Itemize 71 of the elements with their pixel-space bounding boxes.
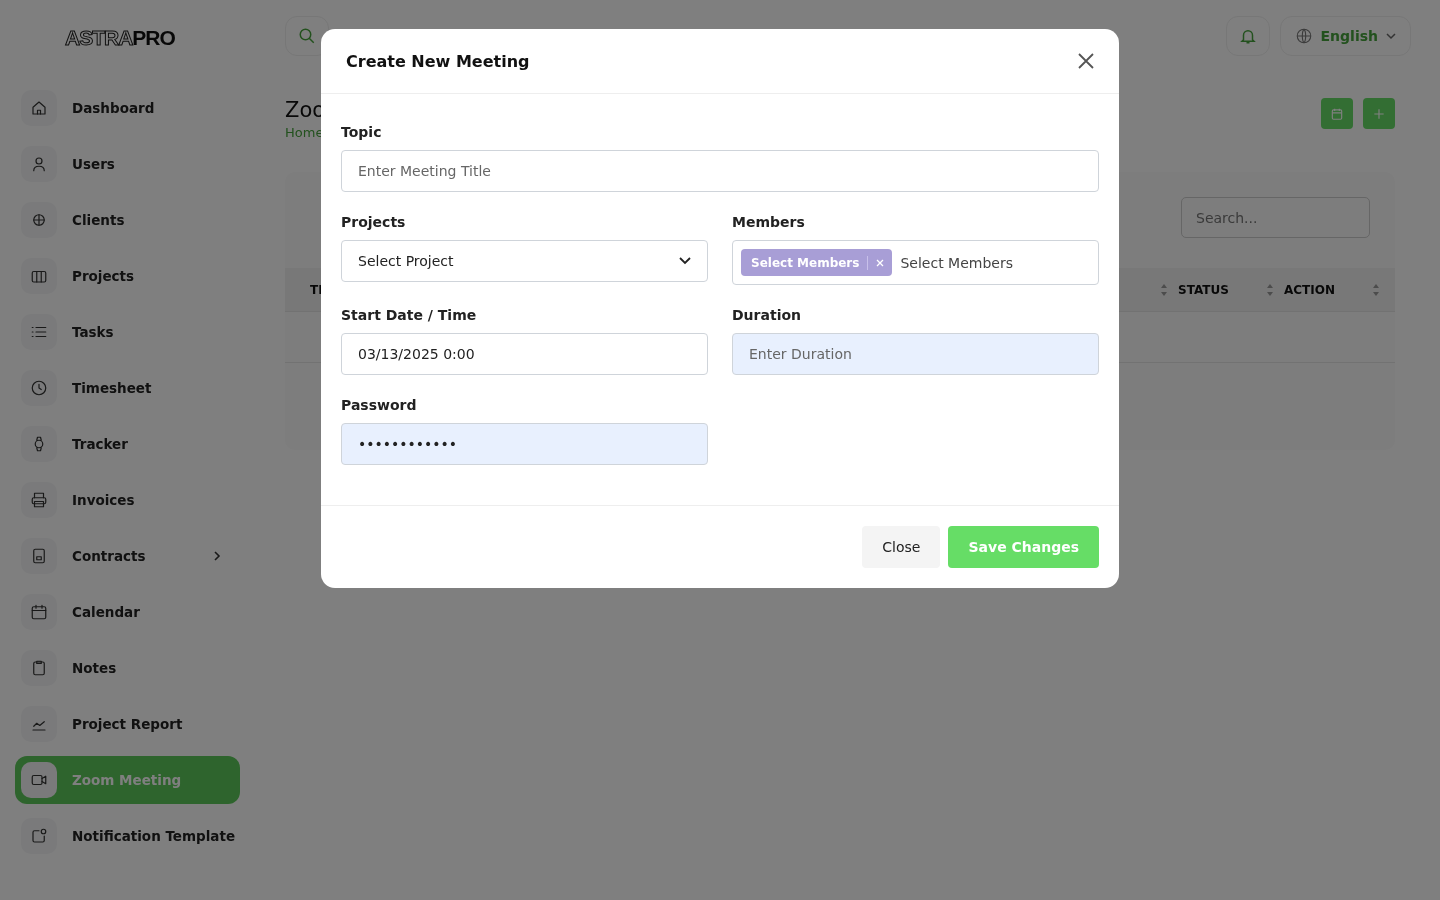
calendar-icon	[1330, 106, 1344, 121]
sidebar-item[interactable]: Invoices	[15, 476, 240, 524]
sidebar-item[interactable]: Notes	[15, 644, 240, 692]
column-header: ACTION	[1284, 282, 1336, 297]
sidebar-item[interactable]: Dashboard	[15, 84, 240, 132]
sidebar-label: Projects	[72, 268, 135, 284]
clock-icon	[30, 379, 48, 397]
multiselect-field[interactable]: Select Members Select Members	[732, 240, 1099, 285]
sidebar-item[interactable]: Tasks	[15, 308, 240, 356]
sort-icon[interactable]	[1372, 282, 1380, 297]
field-label: Projects	[341, 214, 407, 230]
input-field[interactable]: Enter Duration	[732, 333, 1099, 375]
logo: ASTRAPRO	[65, 26, 175, 50]
sidebar-item[interactable]: Timesheet	[15, 364, 240, 412]
tag-label: Select Members	[751, 255, 869, 270]
chevron-down-icon	[1386, 32, 1396, 40]
chevron-down-icon	[679, 257, 691, 265]
notification-icon	[30, 827, 48, 845]
close-icon	[876, 258, 885, 267]
sidebar-label: Timesheet	[72, 380, 152, 396]
input-field[interactable]: 03/13/2025 0:00	[341, 333, 708, 375]
field-label: Members	[732, 214, 806, 230]
column-header: STATUS	[1178, 282, 1230, 297]
sidebar-item[interactable]: Projects	[15, 252, 240, 300]
field-label: Topic	[341, 124, 383, 140]
password-field[interactable]: ••••••••••••	[341, 423, 708, 465]
sidebar-label: Clients	[72, 212, 125, 228]
sidebar-label: Notification Template	[72, 828, 236, 844]
sidebar-item[interactable]: Contracts	[15, 532, 240, 580]
search-icon	[298, 27, 316, 45]
field-label: Duration	[732, 307, 802, 323]
home-icon	[30, 99, 48, 117]
globe-icon	[30, 211, 48, 229]
sidebar-label: Contracts	[72, 548, 146, 564]
calendar-icon	[30, 603, 48, 621]
notifications-button[interactable]	[1225, 16, 1270, 56]
sidebar-item[interactable]: Calendar	[15, 588, 240, 636]
sidebar-label: Users	[72, 156, 115, 172]
calendar-button[interactable]	[1321, 98, 1353, 129]
close-icon	[1077, 52, 1095, 70]
field-label: Password	[341, 397, 418, 413]
sidebar-label: Zoom Meeting	[72, 772, 182, 788]
search-field[interactable]: Search...	[1181, 197, 1370, 238]
input-field[interactable]: Enter Meeting Title	[341, 150, 1099, 192]
sidebar-item[interactable]: Project Report	[15, 700, 240, 748]
clipboard-icon	[30, 659, 48, 677]
document-icon	[30, 547, 48, 565]
select-dropdown[interactable]: Select Project	[341, 240, 708, 282]
globe-icon	[1294, 27, 1313, 45]
sidebar-label: Invoices	[72, 492, 135, 508]
modal-title: Create New Meeting	[346, 51, 530, 71]
sidebar-label: Notes	[72, 660, 117, 676]
sort-icon[interactable]	[1266, 282, 1274, 297]
sidebar-label: Tracker	[72, 436, 128, 452]
printer-icon	[30, 491, 48, 509]
sidebar-item[interactable]: Users	[15, 140, 240, 188]
sidebar-item[interactable]: Tracker	[15, 420, 240, 468]
sidebar-item[interactable]: Notification Template	[15, 812, 240, 860]
sidebar-label: Tasks	[72, 324, 114, 340]
add-button[interactable]	[1363, 98, 1395, 129]
close-button[interactable]: Close	[862, 526, 941, 568]
sidebar-label: Calendar	[72, 604, 140, 620]
sidebar-label: Project Report	[72, 716, 183, 732]
field-label: Start Date / Time	[341, 307, 478, 323]
sidebar-label: Dashboard	[72, 100, 155, 116]
bell-icon	[1238, 27, 1257, 45]
plus-icon	[1372, 106, 1386, 121]
sidebar-item[interactable]: Clients	[15, 196, 240, 244]
search-button[interactable]	[285, 16, 329, 56]
user-icon	[30, 155, 48, 173]
sort-icon[interactable]	[1160, 282, 1168, 297]
